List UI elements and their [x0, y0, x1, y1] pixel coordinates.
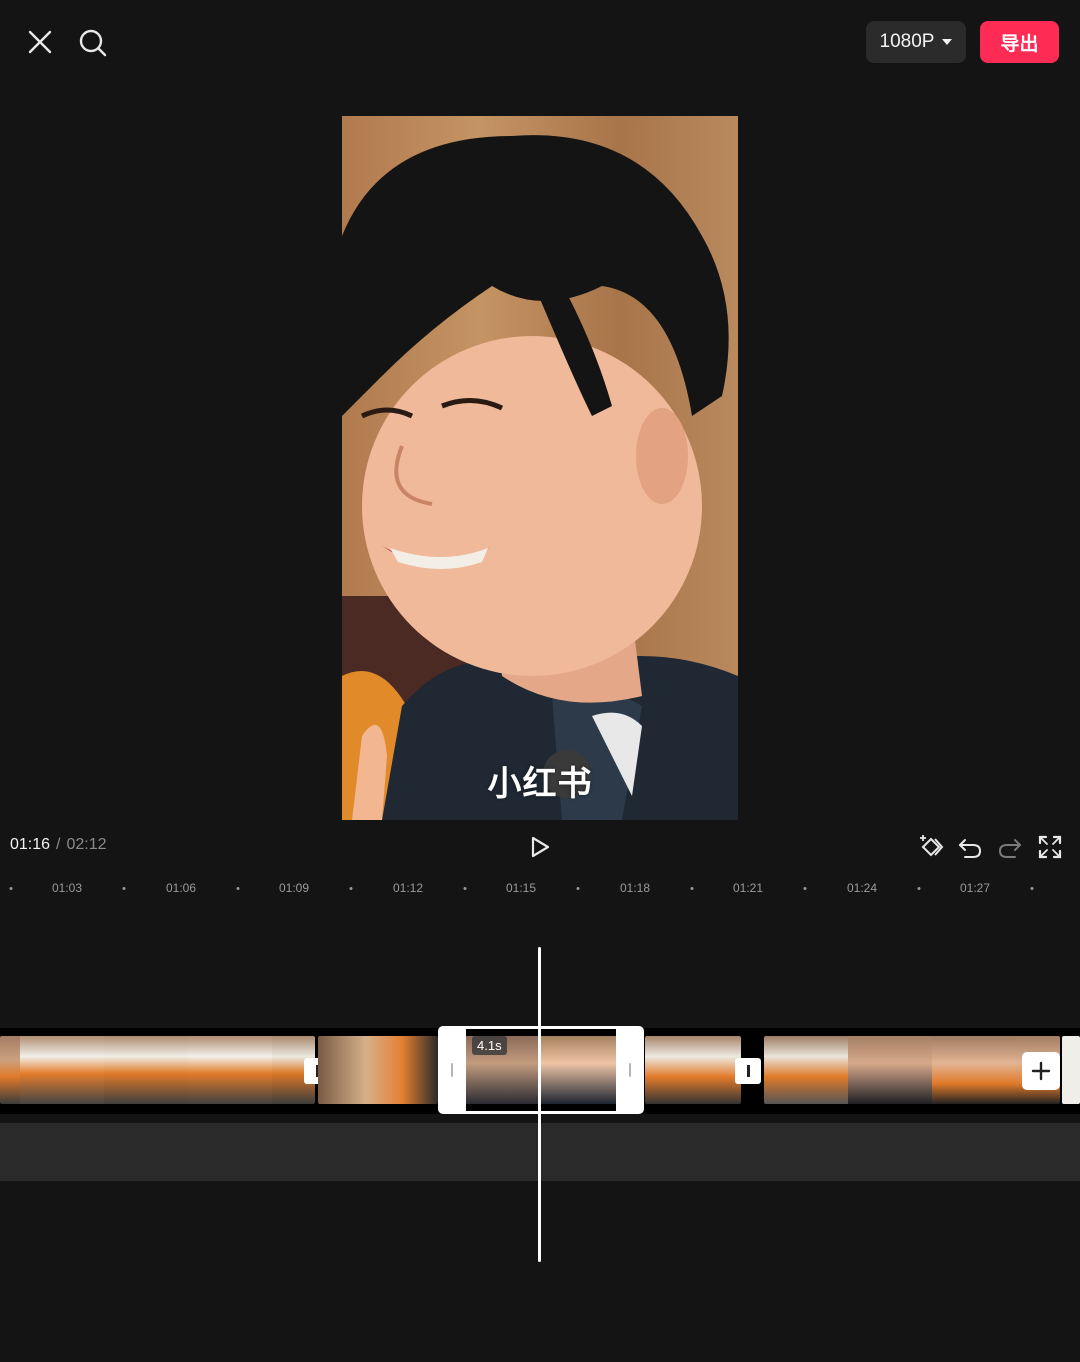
close-icon — [28, 30, 52, 54]
video-preview[interactable]: 小红书 — [342, 116, 738, 820]
ruler-label: 01:06 — [165, 881, 197, 895]
ruler-dot — [1030, 887, 1034, 890]
export-button[interactable]: 导出 — [980, 21, 1059, 63]
video-clip[interactable] — [0, 1036, 315, 1104]
trim-handle-right[interactable] — [616, 1026, 644, 1114]
redo-button[interactable] — [994, 830, 1026, 864]
close-button[interactable] — [22, 24, 58, 60]
play-icon — [531, 836, 550, 858]
preview-frame-image — [342, 135, 738, 820]
clip-thumbnail — [20, 1036, 104, 1104]
ruler-dot — [349, 887, 353, 890]
video-clip[interactable] — [764, 1036, 1060, 1104]
ruler-dot — [463, 887, 467, 890]
current-time: 01:16 — [10, 836, 51, 853]
resolution-dropdown[interactable]: 1080P — [866, 21, 966, 63]
ruler-label: 01:27 — [959, 881, 991, 895]
watermark-text: 小红书 — [487, 765, 593, 803]
ruler-label: 01:03 — [51, 881, 83, 895]
ruler-label: 01:18 — [619, 881, 651, 895]
clip-selection-frame[interactable]: 4.1s — [438, 1026, 644, 1114]
add-clip-button[interactable] — [1022, 1052, 1060, 1090]
time-display: 01:16 / 02:12 — [10, 836, 107, 854]
caret-down-icon — [942, 39, 953, 45]
clip-thumbnail — [764, 1036, 848, 1104]
keyframe-button[interactable] — [915, 830, 947, 864]
time-separator: / — [56, 836, 61, 853]
grip-icon — [451, 1063, 453, 1077]
ruler-dot — [690, 887, 694, 890]
play-button[interactable] — [524, 830, 556, 864]
redo-icon — [998, 839, 1021, 858]
ruler-label: 01:12 — [392, 881, 424, 895]
fullscreen-button[interactable] — [1034, 830, 1066, 864]
ruler-label: 01:24 — [846, 881, 878, 895]
ruler-dot — [9, 887, 13, 890]
clip-thumbnail — [318, 1036, 438, 1104]
search-icon — [79, 29, 107, 57]
clip-thumbnail — [645, 1036, 741, 1104]
trim-handle-left[interactable] — [438, 1026, 466, 1114]
ruler-dot — [803, 887, 807, 890]
transition-button[interactable] — [735, 1058, 761, 1084]
time-ruler[interactable]: 01:03 01:06 01:09 01:12 01:15 01:18 01:2… — [0, 874, 1080, 902]
clip-thumbnail — [0, 1036, 20, 1104]
plus-icon — [1031, 1061, 1051, 1081]
ruler-dot — [236, 887, 240, 890]
clip-thumbnail — [104, 1036, 188, 1104]
ruler-label: 01:09 — [278, 881, 310, 895]
fullscreen-icon — [1038, 835, 1062, 859]
clip-thumbnail — [932, 1036, 1016, 1104]
selection-border-bottom — [466, 1111, 616, 1114]
clip-thumbnail — [1062, 1036, 1080, 1104]
ruler-dot — [576, 887, 580, 890]
clip-duration-badge: 4.1s — [472, 1036, 507, 1055]
undo-icon — [959, 839, 982, 858]
keyframe-diamond-icon — [920, 835, 944, 857]
clip-thumbnail — [848, 1036, 932, 1104]
total-time: 02:12 — [66, 836, 107, 853]
ruler-dot — [122, 887, 126, 890]
ruler-label: 01:15 — [505, 881, 537, 895]
selection-border-top — [466, 1026, 616, 1029]
video-clip[interactable] — [645, 1036, 741, 1104]
video-clip[interactable] — [318, 1036, 438, 1104]
ruler-label: 01:21 — [732, 881, 764, 895]
grip-icon — [629, 1063, 631, 1077]
resolution-label: 1080P — [879, 31, 935, 52]
clip-thumbnail — [188, 1036, 272, 1104]
search-button[interactable] — [74, 24, 112, 62]
ruler-dot — [917, 887, 921, 890]
undo-button[interactable] — [954, 830, 986, 864]
playhead[interactable] — [538, 947, 541, 1262]
video-clip[interactable] — [1062, 1036, 1080, 1104]
